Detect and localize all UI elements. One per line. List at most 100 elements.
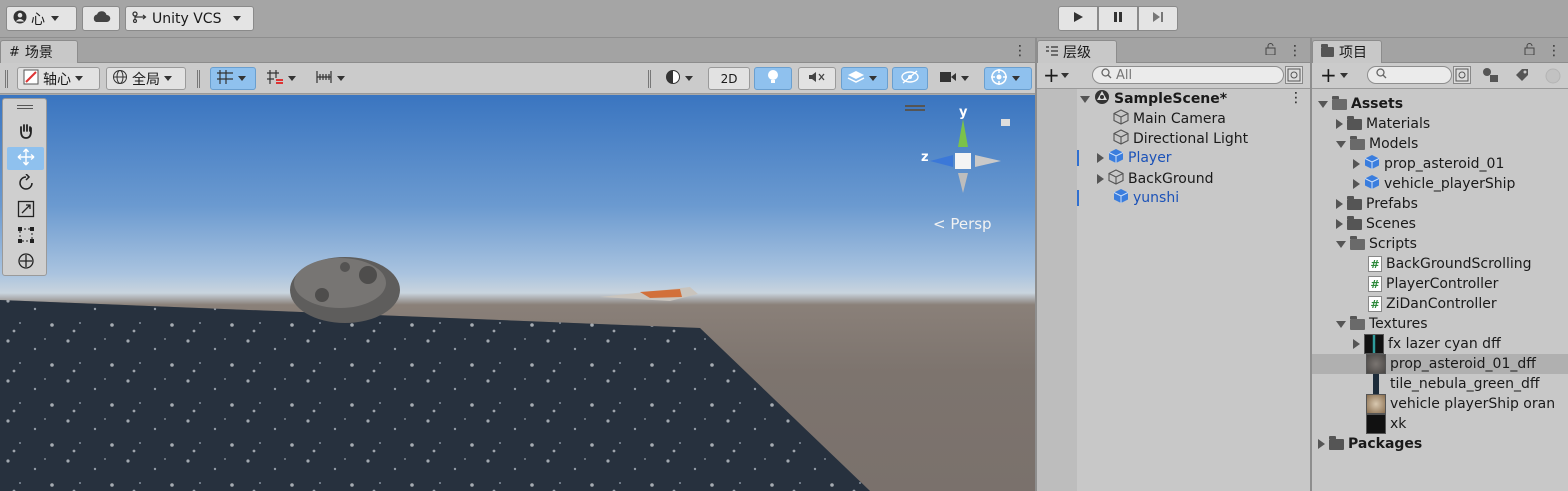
effects-dropdown[interactable] [841, 67, 888, 90]
expand-icon[interactable] [1097, 153, 1104, 163]
model-prefab-icon [1364, 174, 1380, 194]
folder-icon [1321, 44, 1334, 57]
folder-textures[interactable]: Textures [1336, 314, 1428, 334]
expand-icon[interactable] [1353, 159, 1360, 169]
project-search-input[interactable] [1367, 66, 1452, 84]
expand-icon[interactable] [1336, 119, 1343, 129]
grid-snap-toggle[interactable] [210, 67, 256, 90]
gizmo-z-label: z [921, 150, 929, 165]
hierarchy-item-main-camera[interactable]: Main Camera [1113, 109, 1226, 129]
hierarchy-search-input[interactable]: All [1092, 66, 1284, 84]
play-button[interactable] [1058, 6, 1098, 31]
tab-hierarchy[interactable]: 层级 [1037, 40, 1117, 63]
asset-texture-selected[interactable]: prop_asteroid_01_dff [1312, 354, 1568, 374]
tab-project[interactable]: 项目 [1312, 40, 1382, 63]
chevron-down-icon [288, 76, 296, 81]
global-dropdown[interactable]: 全局 [106, 67, 186, 90]
scene-toolbar: 轴心 全局 2D [0, 63, 1035, 94]
asset-script[interactable]: # ZiDanController [1368, 294, 1497, 314]
tab-scene[interactable]: # 场景 [0, 40, 78, 63]
filter-by-type-icon[interactable] [1482, 67, 1500, 87]
account-dropdown[interactable]: 心 [6, 6, 77, 31]
camera-dropdown[interactable] [934, 67, 979, 90]
step-button[interactable] [1138, 6, 1178, 31]
kebab-menu-icon[interactable]: ⋮ [1288, 43, 1302, 59]
expand-icon[interactable] [1318, 439, 1325, 449]
lock-icon[interactable] [1524, 43, 1535, 58]
search-filter-button[interactable] [1285, 66, 1303, 84]
asset-texture[interactable]: fx lazer cyan dff [1353, 334, 1501, 354]
add-dropdown[interactable] [1055, 64, 1069, 87]
hierarchy-item-directional-light[interactable]: Directional Light [1113, 129, 1248, 149]
csharp-script-icon: # [1368, 256, 1382, 272]
move-tool-button[interactable] [7, 147, 44, 170]
expand-icon[interactable] [1336, 199, 1343, 209]
asset-model[interactable]: vehicle_playerShip [1353, 174, 1515, 194]
transform-tool-button[interactable] [7, 251, 44, 274]
folder-assets[interactable]: Assets [1318, 94, 1403, 114]
texture-thumbnail-icon [1364, 334, 1384, 354]
vcs-dropdown[interactable]: Unity VCS [125, 6, 254, 31]
kebab-menu-icon[interactable]: ⋮ [1013, 43, 1027, 59]
asset-label: prop_asteroid_01 [1384, 156, 1505, 172]
scene-viewport[interactable]: y z < Persp [0, 95, 1035, 491]
hidden-packages-icon[interactable] [1544, 67, 1562, 89]
folder-materials[interactable]: Materials [1336, 114, 1430, 134]
expand-icon[interactable] [1353, 179, 1360, 189]
folder-open-icon [1350, 315, 1365, 330]
shading-mode-dropdown[interactable] [660, 67, 704, 90]
folder-scripts[interactable]: Scripts [1336, 234, 1417, 254]
hierarchy-item-player[interactable]: Player [1097, 148, 1172, 168]
kebab-menu-icon[interactable]: ⋮ [1547, 43, 1561, 59]
pivot-dropdown[interactable]: 轴心 [17, 67, 100, 90]
persp-label[interactable]: < Persp [933, 215, 992, 233]
rect-tool-button[interactable] [7, 225, 44, 248]
expand-icon[interactable] [1318, 100, 1328, 108]
ruler-icon [315, 69, 333, 89]
lighting-toggle[interactable] [754, 67, 792, 90]
csharp-script-icon: # [1368, 276, 1382, 292]
hierarchy-item-yunshi[interactable]: yunshi [1113, 188, 1179, 208]
toolbar-separator [648, 70, 651, 88]
asset-script[interactable]: # PlayerController [1368, 274, 1498, 294]
folder-prefabs[interactable]: Prefabs [1336, 194, 1418, 214]
asset-label: prop_asteroid_01_dff [1390, 356, 1536, 372]
asset-texture[interactable]: vehicle playerShip oran [1366, 394, 1555, 414]
folder-open-icon [1332, 95, 1347, 110]
pause-button[interactable] [1098, 6, 1138, 31]
lock-icon[interactable] [1265, 43, 1276, 58]
folder-models[interactable]: Models [1336, 134, 1418, 154]
mode-2d-toggle[interactable]: 2D [708, 67, 750, 90]
scene-root-row[interactable]: SampleScene* [1080, 89, 1308, 109]
hierarchy-item-background[interactable]: BackGround [1097, 169, 1213, 189]
asset-model[interactable]: prop_asteroid_01 [1353, 154, 1504, 174]
audio-toggle[interactable] [798, 67, 836, 90]
increment-snap-toggle[interactable] [261, 67, 307, 90]
hand-tool-button[interactable] [7, 121, 44, 144]
cloud-button[interactable] [82, 6, 120, 31]
folder-scenes[interactable]: Scenes [1336, 214, 1416, 234]
expand-icon[interactable] [1353, 339, 1360, 349]
asset-script[interactable]: # BackGroundScrolling [1368, 254, 1532, 274]
account-label: 心 [31, 11, 45, 28]
main-toolbar: 心 Unity VCS [0, 0, 1568, 38]
expand-icon[interactable] [1336, 240, 1346, 248]
gizmos-dropdown[interactable] [984, 67, 1032, 90]
scale-tool-button[interactable] [7, 199, 44, 222]
asset-texture[interactable]: tile_nebula_green_dff [1366, 374, 1540, 394]
add-dropdown[interactable] [1334, 64, 1348, 87]
chevron-down-icon [51, 16, 59, 21]
kebab-menu-icon[interactable]: ⋮ [1289, 90, 1303, 106]
rotate-tool-button[interactable] [7, 172, 44, 196]
expand-icon[interactable] [1336, 219, 1343, 229]
expand-icon[interactable] [1336, 140, 1346, 148]
search-filter-button[interactable] [1453, 66, 1471, 84]
expand-icon[interactable] [1097, 174, 1104, 184]
asset-texture[interactable]: xk [1366, 414, 1406, 434]
expand-icon[interactable] [1336, 320, 1346, 328]
expand-icon [1080, 95, 1090, 103]
ruler-toggle[interactable] [310, 67, 356, 90]
folder-packages[interactable]: Packages [1318, 434, 1422, 454]
filter-by-label-icon[interactable] [1514, 67, 1530, 87]
scene-visibility-toggle[interactable] [892, 67, 928, 90]
